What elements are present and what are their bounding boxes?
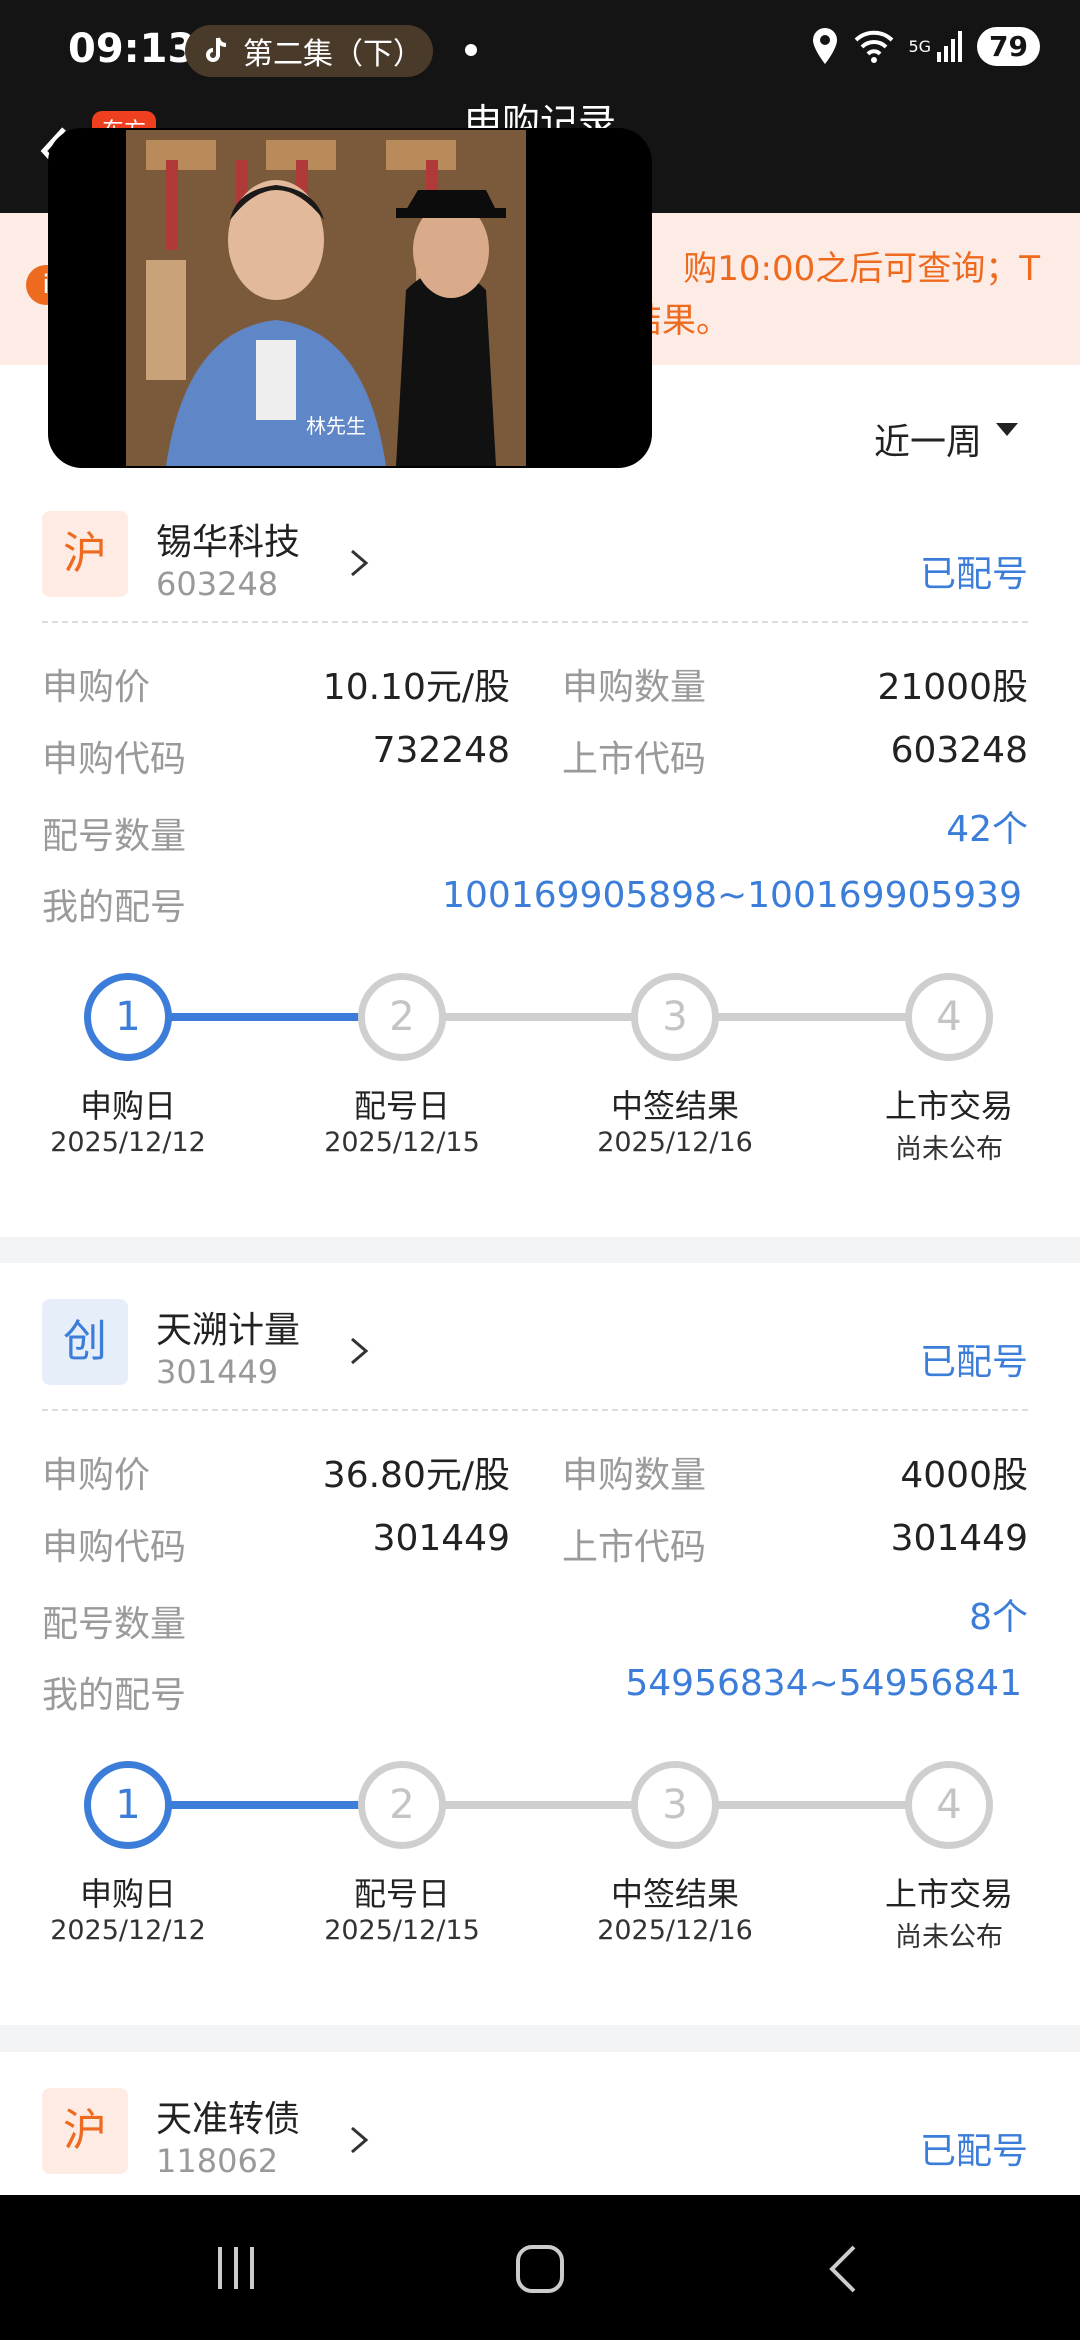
step-date: 2025/12/16 (597, 1127, 753, 1158)
alloc-count-label: 配号数量 (42, 816, 187, 857)
quantity-value: 21000股 (877, 667, 1028, 708)
step-date: 尚未公布 (895, 1134, 1003, 1165)
price-label: 申购价 (42, 667, 151, 708)
progress-steps: 1 2 3 4 申购日 配号日 中签结果 上市交易 2025/12/12 202… (0, 957, 1080, 1177)
step-4: 4 (905, 1761, 993, 1849)
stock-code: 301449 (156, 1353, 279, 1391)
step-date: 2025/12/12 (50, 1915, 206, 1946)
status-bar: 09:13 第二集（下） 5G 79 (0, 0, 1080, 105)
price-value: 36.80元/股 (322, 1455, 510, 1496)
my-alloc-value: 100169905898~100169905939 (442, 875, 1022, 916)
status-time: 09:13 (68, 26, 196, 72)
list-code-value: 603248 (890, 730, 1028, 771)
recent-apps-icon[interactable] (212, 2243, 262, 2293)
alloc-count-value: 42个 (946, 809, 1028, 850)
step-date: 尚未公布 (895, 1922, 1003, 1953)
step-label: 上市交易 (884, 1875, 1013, 1913)
step-label: 申购日 (79, 1875, 176, 1913)
back-icon[interactable] (820, 2243, 870, 2295)
quantity-label: 申购数量 (562, 667, 707, 708)
sub-code-value: 301449 (372, 1518, 510, 1559)
step-2: 2 (358, 973, 446, 1061)
divider (42, 621, 1028, 623)
price-label: 申购价 (42, 1455, 151, 1496)
list-code-value: 301449 (890, 1518, 1028, 1559)
step-label: 配号日 (353, 1875, 450, 1913)
chevron-right-icon (351, 1337, 369, 1365)
stock-name: 天溯计量 (156, 1310, 301, 1351)
market-tag: 沪 (42, 511, 128, 597)
chevron-right-icon (351, 2126, 369, 2154)
battery-indicator: 79 (977, 26, 1040, 66)
step-label: 中签结果 (610, 1875, 739, 1913)
card-header[interactable]: 创 天溯计量 301449 已配号 (0, 1263, 1080, 1393)
sub-code-value: 732248 (372, 730, 510, 771)
step-2: 2 (358, 1761, 446, 1849)
stock-name: 锡华科技 (156, 522, 301, 563)
video-caption: 林先生 (306, 414, 366, 438)
sub-code-label: 申购代码 (42, 1527, 187, 1568)
home-icon[interactable] (514, 2243, 566, 2295)
card-header[interactable]: 沪 锡华科技 603248 已配号 (0, 475, 1080, 605)
ipo-card: 创 天溯计量 301449 已配号 申购价 36.80元/股 申购数量 4000… (0, 1263, 1080, 2025)
sub-code-label: 申购代码 (42, 739, 187, 780)
ipo-card: 沪 锡华科技 603248 已配号 申购价 10.10元/股 申购数量 2100… (0, 475, 1080, 1237)
divider (42, 1409, 1028, 1411)
market-tag: 创 (42, 1299, 128, 1385)
status-badge: 已配号 (919, 554, 1028, 595)
card-header[interactable]: 沪 天准转债 118062 已配号 (0, 2052, 1080, 2182)
network-type: 5G (908, 36, 932, 56)
step-label: 上市交易 (884, 1087, 1013, 1125)
status-icons: 5G 79 (810, 26, 1040, 66)
list-code-label: 上市代码 (562, 1527, 707, 1568)
alloc-count-label: 配号数量 (42, 1604, 187, 1645)
step-label: 中签结果 (610, 1087, 739, 1125)
progress-steps: 1 2 3 4 申购日 配号日 中签结果 上市交易 2025/12/12 202… (0, 1745, 1080, 1965)
tiktok-icon (206, 37, 227, 62)
alloc-count-value: 8个 (969, 1597, 1028, 1638)
notification-dot-icon (465, 44, 477, 56)
step-label: 配号日 (353, 1087, 450, 1125)
chevron-right-icon (351, 549, 369, 577)
step-1: 1 (84, 1761, 172, 1849)
quantity-label: 申购数量 (562, 1455, 707, 1496)
step-1: 1 (84, 973, 172, 1061)
floating-video-player[interactable]: 林先生 (48, 128, 652, 468)
my-alloc-label: 我的配号 (42, 1675, 187, 1716)
step-date: 2025/12/12 (50, 1127, 206, 1158)
status-badge: 已配号 (919, 2131, 1028, 2172)
my-alloc-value: 54956834~54956841 (625, 1663, 1022, 1704)
period-filter[interactable]: 近一周 (874, 413, 982, 465)
stock-code: 603248 (156, 565, 279, 603)
signal-icon (937, 31, 963, 62)
wifi-icon (855, 30, 894, 63)
caret-down-icon[interactable] (996, 423, 1018, 436)
ipo-card: 沪 天准转债 118062 已配号 (0, 2052, 1080, 2195)
my-alloc-label: 我的配号 (42, 887, 187, 928)
step-4: 4 (905, 973, 993, 1061)
step-date: 2025/12/15 (324, 1127, 480, 1158)
tiktok-mini-pill[interactable]: 第二集（下） (185, 25, 433, 77)
step-date: 2025/12/16 (597, 1915, 753, 1946)
system-nav-bar (0, 2195, 1080, 2340)
tiktok-label: 第二集（下） (243, 37, 423, 72)
step-3: 3 (631, 973, 719, 1061)
market-tag: 沪 (42, 2088, 128, 2174)
status-badge: 已配号 (919, 1342, 1028, 1383)
step-label: 申购日 (79, 1087, 176, 1125)
location-icon (813, 28, 838, 64)
stock-name: 天准转债 (156, 2099, 301, 2140)
stock-code: 118062 (156, 2142, 279, 2180)
step-3: 3 (631, 1761, 719, 1849)
video-frame: 林先生 (126, 130, 576, 466)
step-date: 2025/12/15 (324, 1915, 480, 1946)
quantity-value: 4000股 (900, 1455, 1028, 1496)
price-value: 10.10元/股 (322, 667, 510, 708)
list-code-label: 上市代码 (562, 739, 707, 780)
